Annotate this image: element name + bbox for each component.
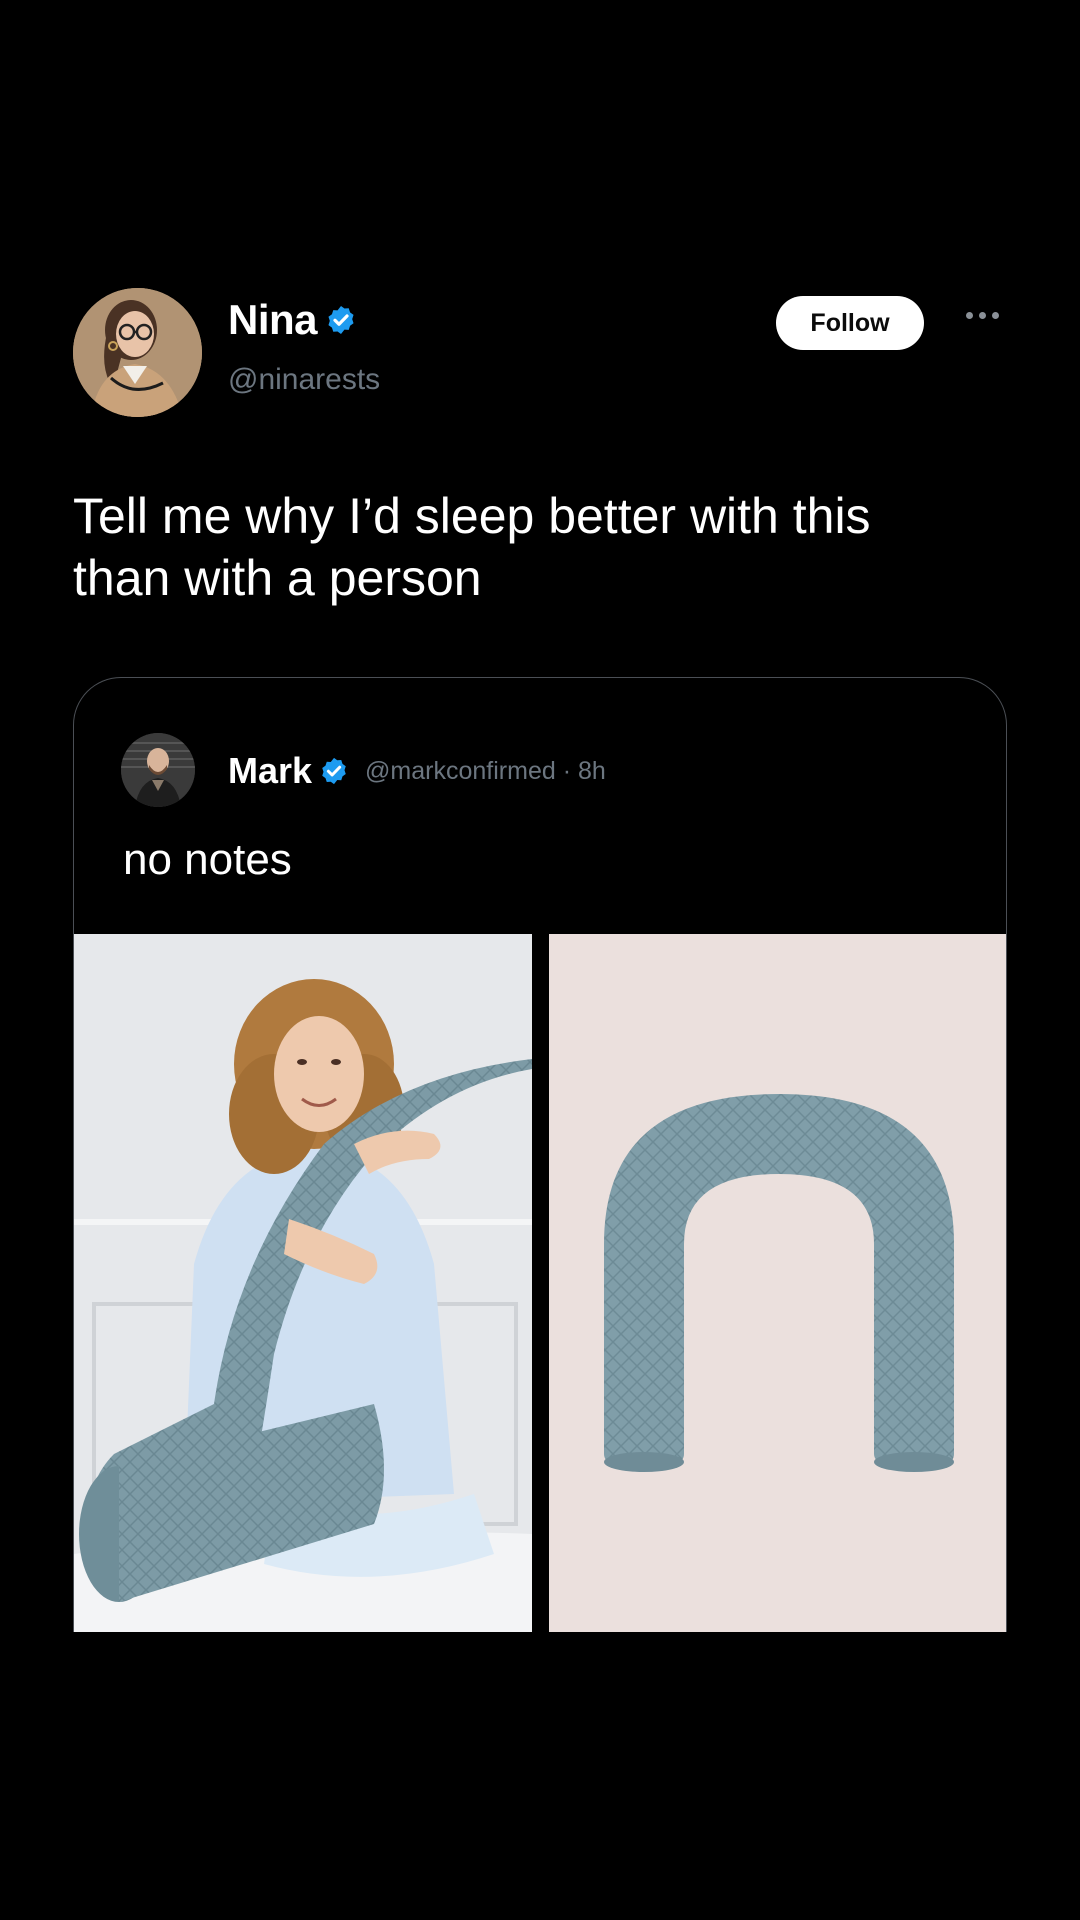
quoted-author-avatar[interactable] (121, 733, 195, 807)
quoted-author-name[interactable]: Mark (228, 750, 312, 792)
author-handle[interactable]: @ninarests (228, 363, 380, 397)
quoted-tweet-text: no notes (123, 835, 292, 884)
verified-badge-icon (322, 757, 346, 785)
more-dots-icon[interactable] (966, 312, 999, 319)
verified-badge-icon (328, 306, 354, 334)
avatar-man-icon (121, 733, 195, 807)
quoted-handle-time: @markconfirmed · 8h (365, 756, 606, 785)
follow-button[interactable]: Follow (776, 296, 924, 350)
author-avatar[interactable] (73, 288, 202, 417)
quoted-tweet-card[interactable]: Mark @markconfirmed · 8h no notes (73, 677, 1007, 1632)
author-name-row: Nina (228, 296, 357, 344)
photo-woman-hugging-pillow-icon (74, 934, 532, 1632)
tweet-text: Tell me why I’d sleep better with this t… (73, 488, 871, 606)
photo-u-pillow-icon (549, 934, 1006, 1632)
quoted-author-row: Mark @markconfirmed · 8h (228, 750, 606, 792)
avatar-woman-glasses-icon (73, 288, 202, 417)
author-name[interactable]: Nina (228, 296, 318, 344)
tweet-screen: Nina @ninarests Follow Tell me why I’d s… (0, 0, 1080, 1920)
photo-u-shaped-pillow[interactable] (549, 934, 1006, 1632)
tweet-header: Nina @ninarests Follow (73, 288, 1007, 418)
photo-woman-hugging-long-pillow[interactable] (74, 934, 532, 1632)
